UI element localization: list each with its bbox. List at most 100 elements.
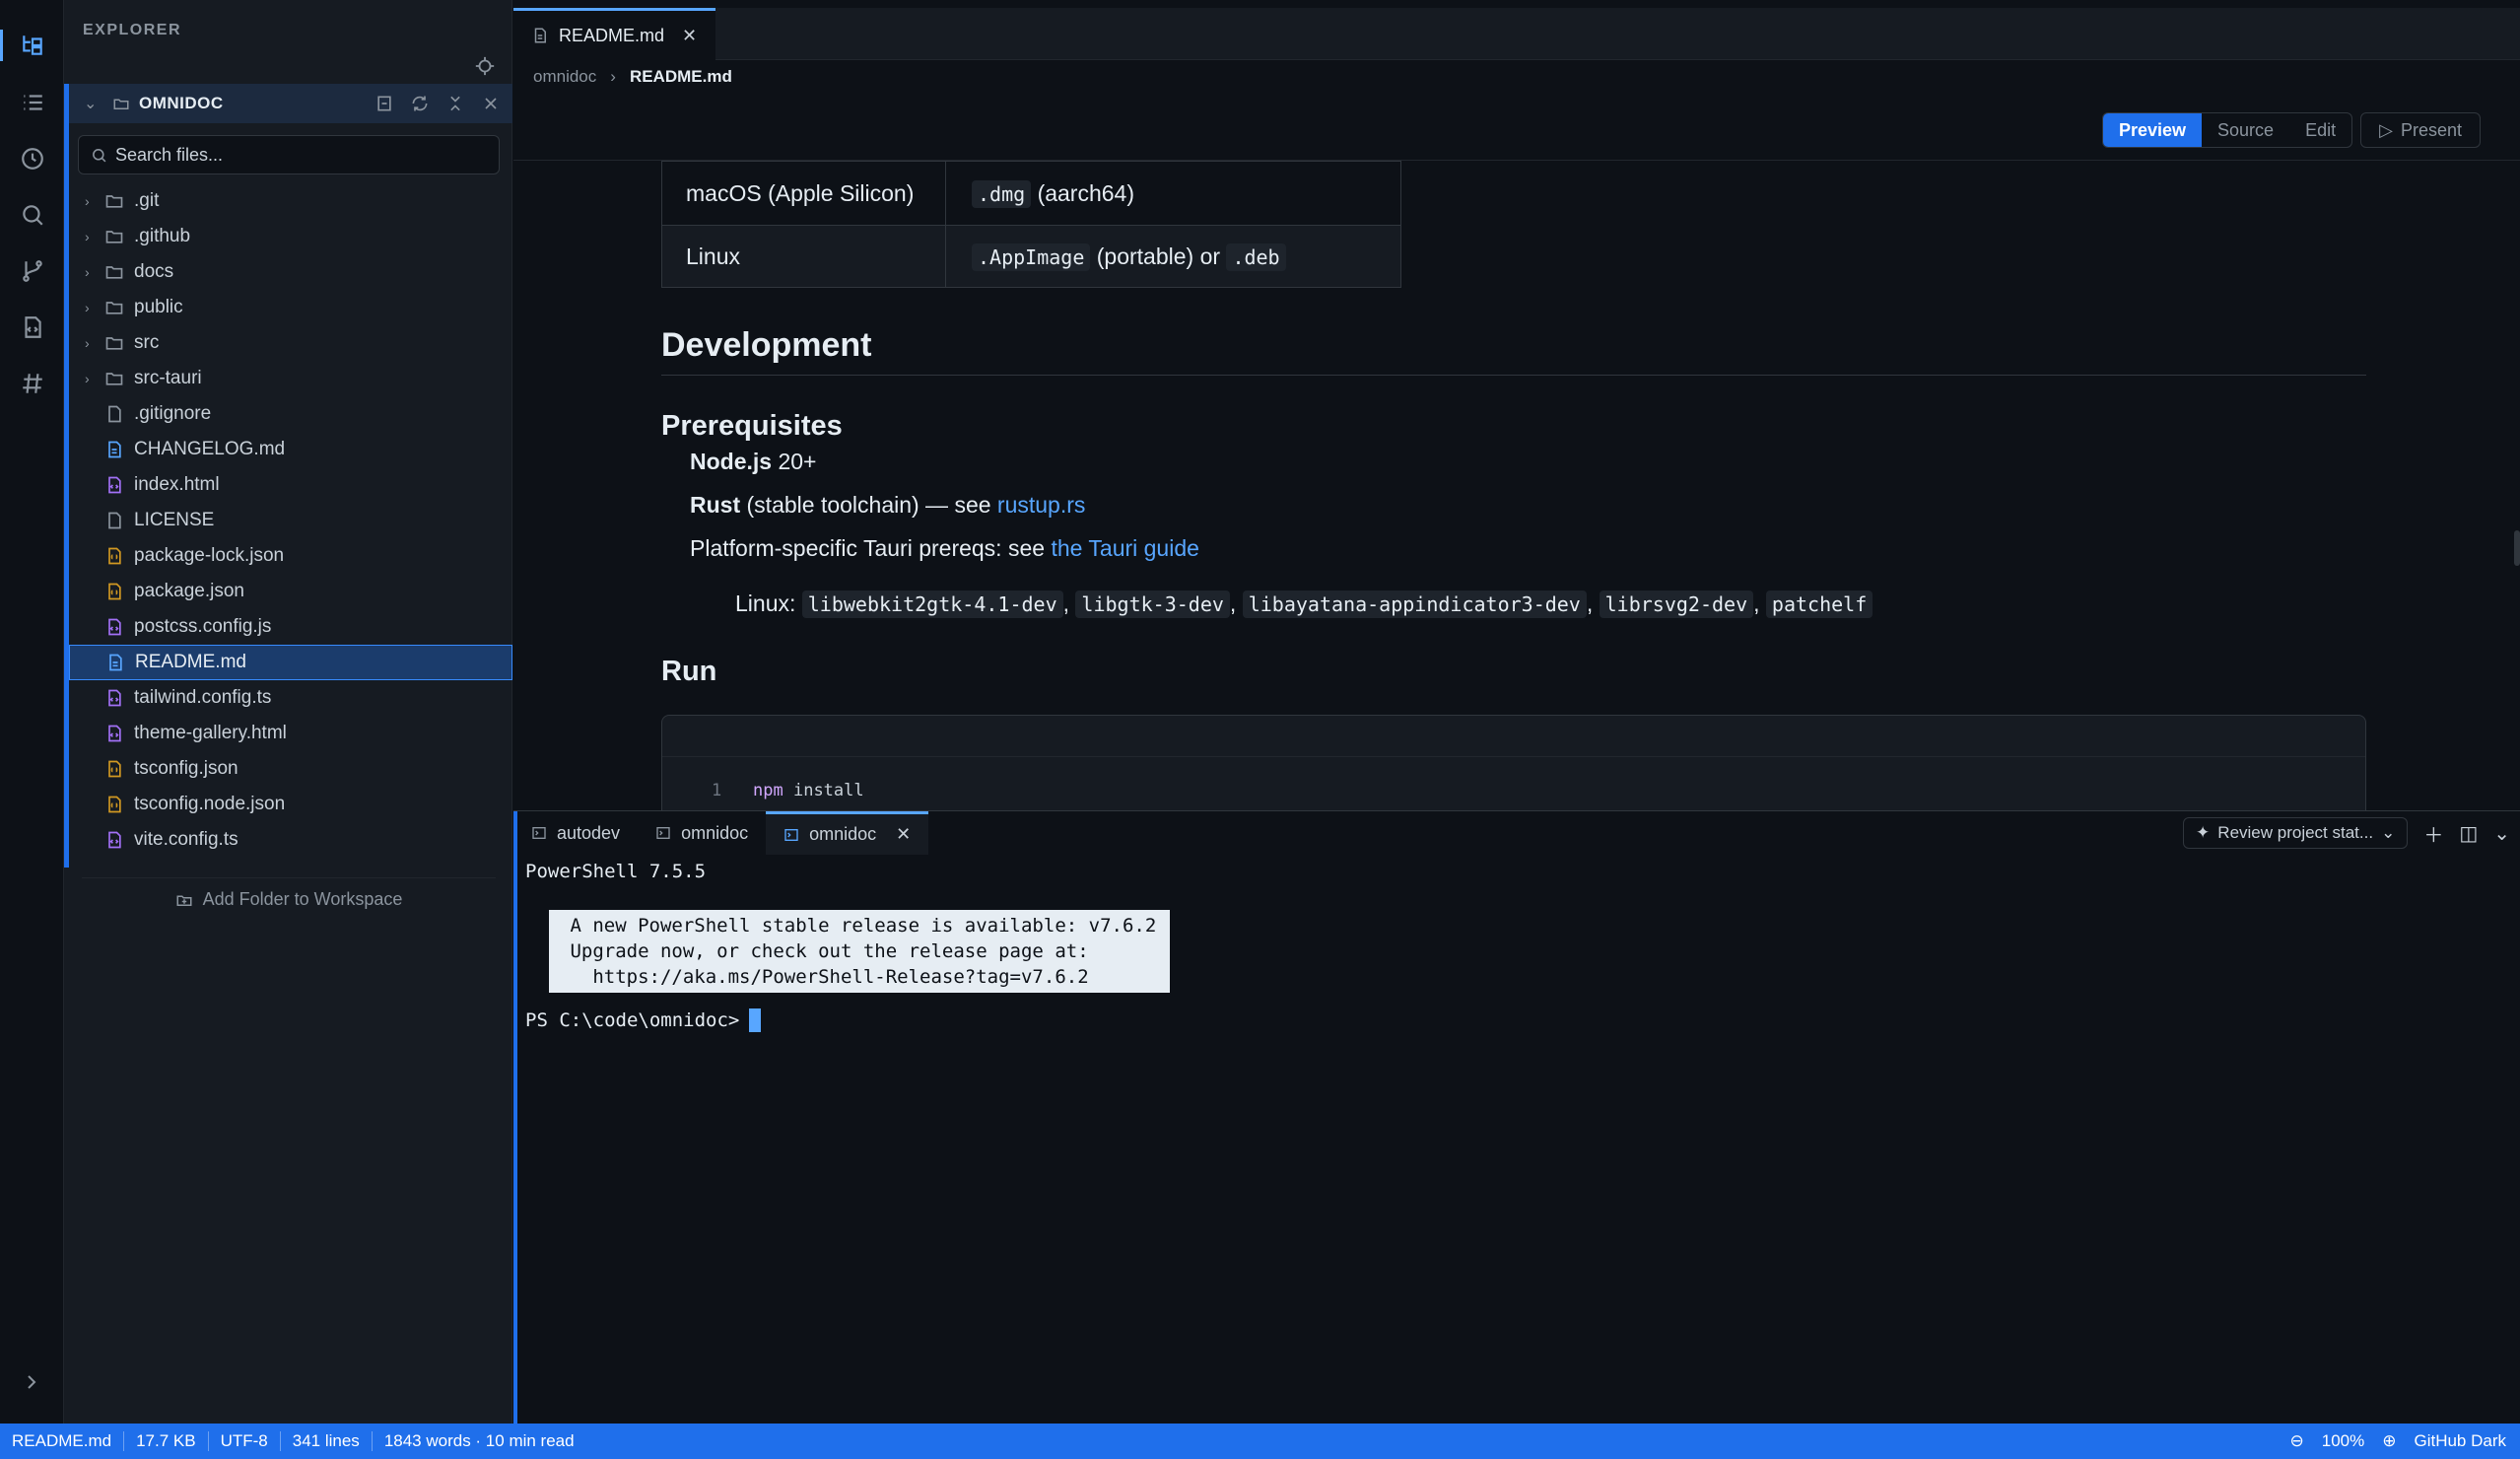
add-folder-button[interactable]: Add Folder to Workspace <box>82 877 496 921</box>
preview-button[interactable]: Preview <box>2102 113 2203 147</box>
tree-folder[interactable]: › .github <box>69 219 512 254</box>
chevron-right-icon: › <box>85 371 90 386</box>
status-bar: README.md 17.7 KB UTF-8 341 lines 1843 w… <box>0 1424 2520 1459</box>
code-file-icon <box>104 830 124 850</box>
list-text: 20+ <box>778 449 817 474</box>
tree-item-label: docs <box>134 261 174 282</box>
rustup-link[interactable]: rustup.rs <box>997 492 1085 518</box>
folder-icon <box>104 191 124 211</box>
heading-prerequisites: Prerequisites <box>661 410 843 442</box>
status-encoding[interactable]: UTF-8 <box>209 1431 281 1451</box>
list-item: Node.js 20+ <box>690 449 816 475</box>
markdown-file-icon <box>105 653 125 672</box>
platform-table: macOS (Apple Silicon) .dmg (aarch64) Lin… <box>661 161 1401 288</box>
terminal-prompt[interactable]: PS C:\code\omnidoc> <box>525 1008 762 1032</box>
code-block: 1 npm install <box>661 715 2366 810</box>
folder-icon <box>104 262 124 282</box>
zoom-out-icon[interactable]: ⊖ <box>2289 1431 2303 1451</box>
source-button[interactable]: Source <box>2202 113 2289 147</box>
tree-file[interactable]: LICENSE <box>69 503 512 538</box>
terminal-tab-label: omnidoc <box>809 824 877 844</box>
inline-code: librsvg2-dev <box>1599 591 1754 618</box>
tree-file[interactable]: tailwind.config.ts <box>69 680 512 716</box>
new-file-icon[interactable] <box>375 94 394 113</box>
table-cell: macOS (Apple Silicon) <box>661 161 946 226</box>
list-text: Linux: <box>735 591 796 616</box>
code-block-header <box>662 716 2365 757</box>
status-words: 1843 words · 10 min read <box>383 1431 575 1450</box>
tree-file[interactable]: tsconfig.json <box>69 751 512 787</box>
banner-line: A new PowerShell stable release is avail… <box>559 915 1168 937</box>
outline-icon[interactable] <box>0 75 64 130</box>
table-cell: Linux <box>661 225 946 288</box>
tree-file[interactable]: theme-gallery.html <box>69 716 512 751</box>
source-control-icon[interactable] <box>0 243 64 299</box>
snippets-icon[interactable] <box>0 300 64 355</box>
tree-file[interactable]: .gitignore <box>69 396 512 432</box>
tree-file[interactable]: tsconfig.node.json <box>69 787 512 822</box>
tree-folder[interactable]: › src-tauri <box>69 361 512 396</box>
code-file-icon <box>104 475 124 495</box>
explorer-icon[interactable] <box>0 18 64 73</box>
tree-file[interactable]: README.md <box>69 645 512 680</box>
tree-item-label: tsconfig.node.json <box>134 794 286 814</box>
terminal-actions: ✦ Review project stat... ⌄ ＋ ◫ ⌄ <box>2183 817 2510 849</box>
file-search-input[interactable] <box>115 144 490 166</box>
code-command: npm <box>753 781 783 800</box>
locate-file-icon[interactable] <box>474 55 496 77</box>
chevron-right-icon: › <box>85 229 90 244</box>
present-button[interactable]: ▷ Present <box>2360 112 2481 148</box>
breadcrumb-folder[interactable]: omnidoc <box>533 67 596 87</box>
scrollbar-thumb[interactable] <box>2514 530 2520 566</box>
tree-folder[interactable]: › public <box>69 290 512 325</box>
tree-folder[interactable]: › docs <box>69 254 512 290</box>
refresh-icon[interactable] <box>410 94 430 113</box>
terminal-tab-omnidoc[interactable]: omnidoc <box>638 811 766 855</box>
new-terminal-icon[interactable]: ＋ <box>2423 819 2443 848</box>
status-size: 17.7 KB <box>124 1431 209 1451</box>
code-argument: install <box>792 781 864 800</box>
history-icon[interactable] <box>0 131 64 186</box>
edit-button[interactable]: Edit <box>2289 113 2351 147</box>
tree-file[interactable]: CHANGELOG.md <box>69 432 512 467</box>
workspace-header[interactable]: ⌄ OMNIDOC <box>64 84 512 123</box>
heading-development: Development <box>661 326 2366 376</box>
cell-text: (portable) or <box>1096 243 1221 269</box>
tree-file[interactable]: vite.config.ts <box>69 822 512 858</box>
terminal-tab-autodev[interactable]: autodev <box>513 811 638 855</box>
search-icon[interactable] <box>0 187 64 243</box>
file-icon <box>104 404 124 424</box>
folder-icon <box>104 369 124 388</box>
split-terminal-icon[interactable]: ◫ <box>2459 821 2478 846</box>
code-file-icon <box>104 724 124 743</box>
tree-folder[interactable]: › .git <box>69 183 512 219</box>
folder-plus-icon <box>176 895 192 906</box>
add-folder-label: Add Folder to Workspace <box>202 889 403 909</box>
zoom-in-icon[interactable]: ⊕ <box>2382 1431 2396 1451</box>
code-file-icon <box>104 688 124 708</box>
expand-panel-icon[interactable] <box>20 1370 43 1394</box>
chevron-right-icon: › <box>85 264 90 280</box>
close-icon[interactable] <box>481 94 501 113</box>
close-tab-icon[interactable]: ✕ <box>682 26 697 46</box>
json-file-icon <box>104 546 124 566</box>
tree-file[interactable]: index.html <box>69 467 512 503</box>
table-row: macOS (Apple Silicon) .dmg (aarch64) <box>661 161 1401 226</box>
collapse-all-icon[interactable] <box>445 94 465 113</box>
tree-file[interactable]: package.json <box>69 574 512 609</box>
tree-file[interactable]: package-lock.json <box>69 538 512 574</box>
terminal-tab-omnidoc-active[interactable]: omnidoc ✕ <box>766 811 929 855</box>
tab-readme[interactable]: README.md ✕ <box>513 8 715 60</box>
review-project-dropdown[interactable]: ✦ Review project stat... ⌄ <box>2183 817 2409 849</box>
breadcrumb-file[interactable]: README.md <box>630 67 732 87</box>
close-terminal-icon[interactable]: ✕ <box>896 824 911 845</box>
tree-folder[interactable]: › src <box>69 325 512 361</box>
heading-run: Run <box>661 656 717 687</box>
tree-file[interactable]: postcss.config.js <box>69 609 512 645</box>
chevron-down-icon[interactable]: ⌄ <box>2493 821 2510 846</box>
chevron-right-icon: › <box>85 335 90 351</box>
tags-icon[interactable] <box>0 356 64 411</box>
tauri-guide-link[interactable]: the Tauri guide <box>1051 535 1198 561</box>
status-theme[interactable]: GitHub Dark <box>2410 1431 2510 1451</box>
tree-item-label: src-tauri <box>134 368 202 388</box>
